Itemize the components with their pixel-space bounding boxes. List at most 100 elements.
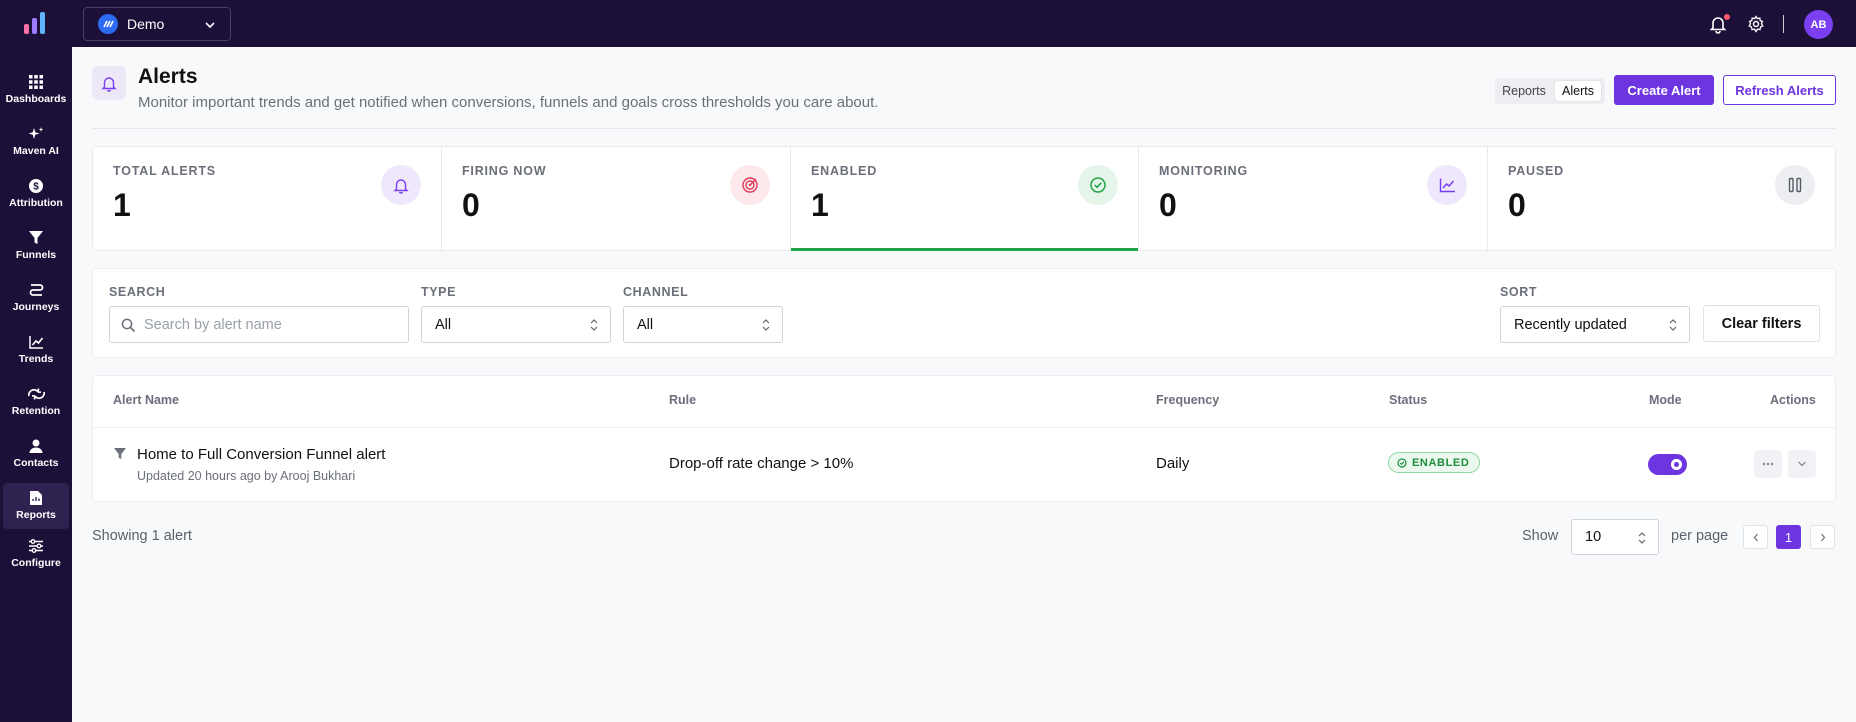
stat-label: MONITORING: [1159, 164, 1249, 178]
toggle-knob: [1671, 459, 1682, 470]
clear-filters-button[interactable]: Clear filters: [1703, 305, 1820, 342]
sidebar-item-reports[interactable]: Reports: [3, 483, 69, 529]
stat-card-total-alerts[interactable]: TOTAL ALERTS 1: [93, 147, 442, 250]
next-page-button[interactable]: [1810, 525, 1835, 549]
sidebar-item-label: Retention: [11, 405, 61, 417]
updown-chevron-icon: [1638, 532, 1646, 544]
sidebar-item-attribution[interactable]: $ Attribution: [3, 171, 69, 217]
stat-value: 0: [1159, 187, 1177, 223]
chevron-down-icon: [205, 22, 215, 29]
status-badge: ENABLED: [1388, 452, 1481, 473]
trend-icon: [1427, 165, 1467, 205]
stat-card-monitoring[interactable]: MONITORING 0: [1139, 147, 1488, 250]
column-header-status[interactable]: Status: [1389, 393, 1427, 407]
column-header-mode[interactable]: Mode: [1649, 393, 1682, 407]
sidebar-item-maven-ai[interactable]: Maven AI: [3, 119, 69, 165]
notification-dot: [1724, 14, 1730, 20]
more-actions-button[interactable]: [1754, 450, 1782, 478]
stat-label: TOTAL ALERTS: [113, 164, 216, 178]
sidebar-item-label: Configure: [11, 557, 61, 569]
mode-toggle[interactable]: [1648, 454, 1687, 475]
pause-icon: [1775, 165, 1815, 205]
sidebar-item-retention[interactable]: Retention: [3, 379, 69, 425]
alert-name[interactable]: Home to Full Conversion Funnel alert: [137, 446, 385, 463]
create-alert-button[interactable]: Create Alert: [1614, 75, 1714, 105]
updown-chevron-icon: [1669, 319, 1677, 331]
prev-page-button[interactable]: [1743, 525, 1768, 549]
report-icon: [30, 491, 42, 505]
chevron-left-icon: [1753, 533, 1758, 541]
page-title: Alerts: [138, 65, 198, 88]
sidebar-item-label: Funnels: [15, 249, 57, 261]
type-value: All: [435, 316, 452, 333]
tab-alerts[interactable]: Alerts: [1555, 81, 1601, 101]
search-label: SEARCH: [109, 285, 166, 299]
stat-value: 1: [811, 187, 829, 223]
svg-text:$: $: [33, 182, 39, 193]
channel-label: CHANNEL: [623, 285, 689, 299]
sidebar-item-trends[interactable]: Trends: [3, 327, 69, 373]
settings-gear-icon[interactable]: [1747, 15, 1765, 33]
dollar-icon: $: [29, 179, 43, 193]
per-page-value: 10: [1585, 529, 1602, 545]
page-number-button[interactable]: 1: [1776, 525, 1801, 549]
stat-card-firing-now[interactable]: FIRING NOW 0: [442, 147, 791, 250]
stat-card-paused[interactable]: PAUSED 0: [1488, 147, 1835, 250]
reports-alerts-toggle: Reports Alerts: [1495, 78, 1605, 104]
check-circle-icon: [1078, 165, 1118, 205]
sparkle-icon: [28, 127, 44, 139]
stat-value: 0: [1508, 187, 1526, 223]
funnel-icon: [114, 448, 126, 459]
workspace-logo-icon: [98, 14, 118, 34]
status-text: ENABLED: [1412, 456, 1470, 469]
sidebar-item-journeys[interactable]: Journeys: [3, 275, 69, 321]
sidebar-item-funnels[interactable]: Funnels: [3, 223, 69, 269]
workspace-selector[interactable]: Demo: [83, 7, 231, 41]
stat-label: PAUSED: [1508, 164, 1564, 178]
type-select[interactable]: All: [421, 306, 611, 343]
sort-select[interactable]: Recently updated: [1500, 306, 1690, 343]
bell-icon: [101, 76, 117, 92]
stat-label: ENABLED: [811, 164, 878, 178]
stats-row: TOTAL ALERTS 1 FIRING NOW 0 ENABLED 1 MO…: [92, 146, 1836, 251]
target-icon: [730, 165, 770, 205]
column-header-alert-name[interactable]: Alert Name: [113, 393, 179, 407]
column-header-actions: Actions: [1770, 393, 1816, 407]
sidebar-item-label: Reports: [16, 509, 56, 521]
sort-label: SORT: [1500, 285, 1538, 299]
tab-reports[interactable]: Reports: [1499, 81, 1549, 101]
search-input[interactable]: Search by alert name: [109, 306, 409, 343]
column-header-rule[interactable]: Rule: [669, 393, 696, 407]
channel-select[interactable]: All: [623, 306, 783, 343]
sidebar-item-dashboards[interactable]: Dashboards: [3, 67, 69, 113]
column-header-frequency[interactable]: Frequency: [1156, 393, 1219, 407]
bell-icon: [381, 165, 421, 205]
expand-row-button[interactable]: [1788, 450, 1816, 478]
route-icon: [29, 284, 43, 296]
sidebar-item-label: Attribution: [9, 197, 63, 209]
sidebar-item-label: Maven AI: [13, 145, 59, 157]
app-logo[interactable]: [24, 12, 48, 34]
search-placeholder: Search by alert name: [144, 316, 282, 333]
user-avatar[interactable]: AB: [1804, 10, 1833, 39]
grid-icon: [29, 75, 43, 89]
updown-chevron-icon: [762, 319, 770, 331]
user-icon: [29, 439, 43, 453]
showing-count: Showing 1 alert: [92, 528, 192, 544]
sidebar-item-label: Trends: [18, 353, 54, 365]
page-subtitle: Monitor important trends and get notifie…: [138, 94, 879, 111]
workspace-name: Demo: [127, 16, 165, 32]
updown-chevron-icon: [590, 319, 598, 331]
per-page-select[interactable]: 10: [1571, 519, 1659, 555]
search-icon: [121, 318, 136, 333]
stat-value: 1: [113, 187, 131, 223]
sidebar-item-configure[interactable]: Configure: [3, 531, 69, 577]
refresh-alerts-button[interactable]: Refresh Alerts: [1723, 75, 1836, 105]
ellipsis-icon: [1762, 462, 1774, 466]
stat-card-enabled[interactable]: ENABLED 1: [791, 147, 1139, 251]
show-label: Show: [1522, 528, 1559, 544]
sidebar-item-contacts[interactable]: Contacts: [3, 431, 69, 477]
chevron-down-icon: [1798, 461, 1806, 467]
stat-label: FIRING NOW: [462, 164, 547, 178]
sidebar-item-label: Journeys: [12, 301, 60, 313]
